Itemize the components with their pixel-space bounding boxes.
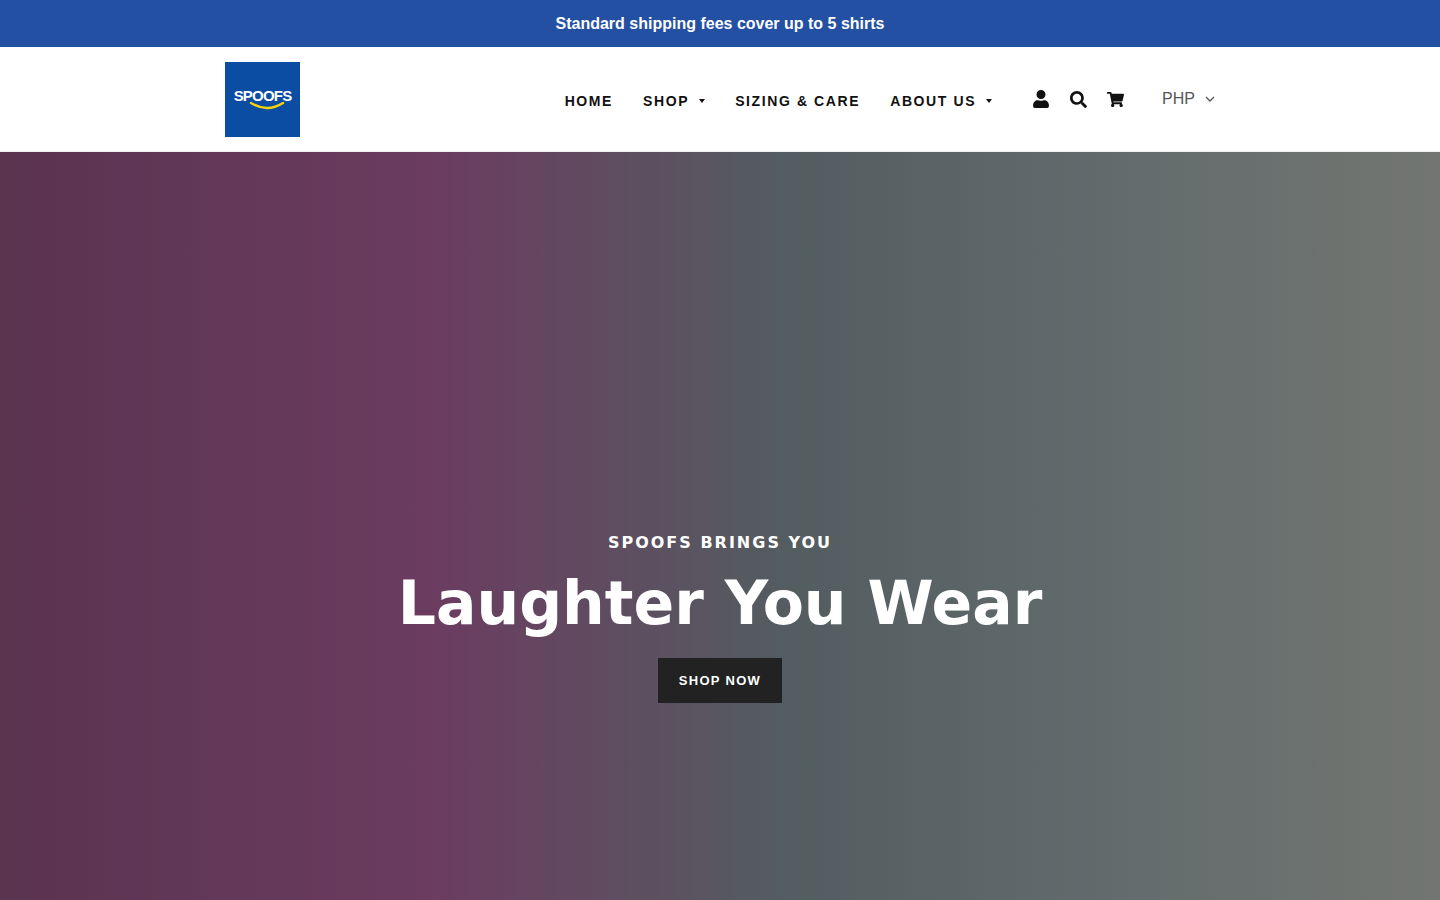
- search-icon: [1070, 91, 1087, 108]
- header-inner: SPOOFS HOME SHOP SIZING & CARE ABOUT US PHP: [225, 62, 1215, 137]
- announcement-bar: Standard shipping fees cover up to 5 shi…: [0, 0, 1440, 47]
- nav-item[interactable]: SHOP: [643, 89, 705, 109]
- shop-now-button[interactable]: SHOP NOW: [658, 658, 782, 703]
- chevron-down-icon: [1205, 96, 1215, 102]
- cart-icon: [1107, 91, 1124, 108]
- caret-icon: [699, 99, 705, 103]
- account-button[interactable]: [1032, 90, 1050, 108]
- header-right: HOME SHOP SIZING & CARE ABOUT US PHP: [565, 89, 1215, 109]
- logo[interactable]: SPOOFS: [225, 62, 300, 137]
- hero-subtitle: SPOOFS BRINGS YOU: [608, 533, 832, 552]
- user-icon: [1032, 90, 1050, 108]
- nav-item[interactable]: ABOUT US: [890, 89, 992, 109]
- currency-select[interactable]: PHP: [1162, 90, 1215, 108]
- site-header: SPOOFS HOME SHOP SIZING & CARE ABOUT US PHP: [0, 47, 1440, 152]
- search-button[interactable]: [1070, 91, 1087, 108]
- hero: SPOOFS BRINGS YOU Laughter You Wear SHOP N…: [0, 152, 1440, 900]
- logo-text: SPOOFS: [234, 87, 292, 104]
- page: Standard shipping fees cover up to 5 shi…: [0, 0, 1440, 900]
- caret-icon: [986, 99, 992, 103]
- nav-item[interactable]: HOME: [565, 89, 613, 109]
- hero-title: Laughter You Wear: [398, 570, 1043, 636]
- main-nav: HOME SHOP SIZING & CARE ABOUT US: [565, 89, 992, 109]
- smile-icon: [249, 101, 285, 111]
- nav-item[interactable]: SIZING & CARE: [735, 89, 860, 109]
- cart-button[interactable]: [1107, 91, 1124, 108]
